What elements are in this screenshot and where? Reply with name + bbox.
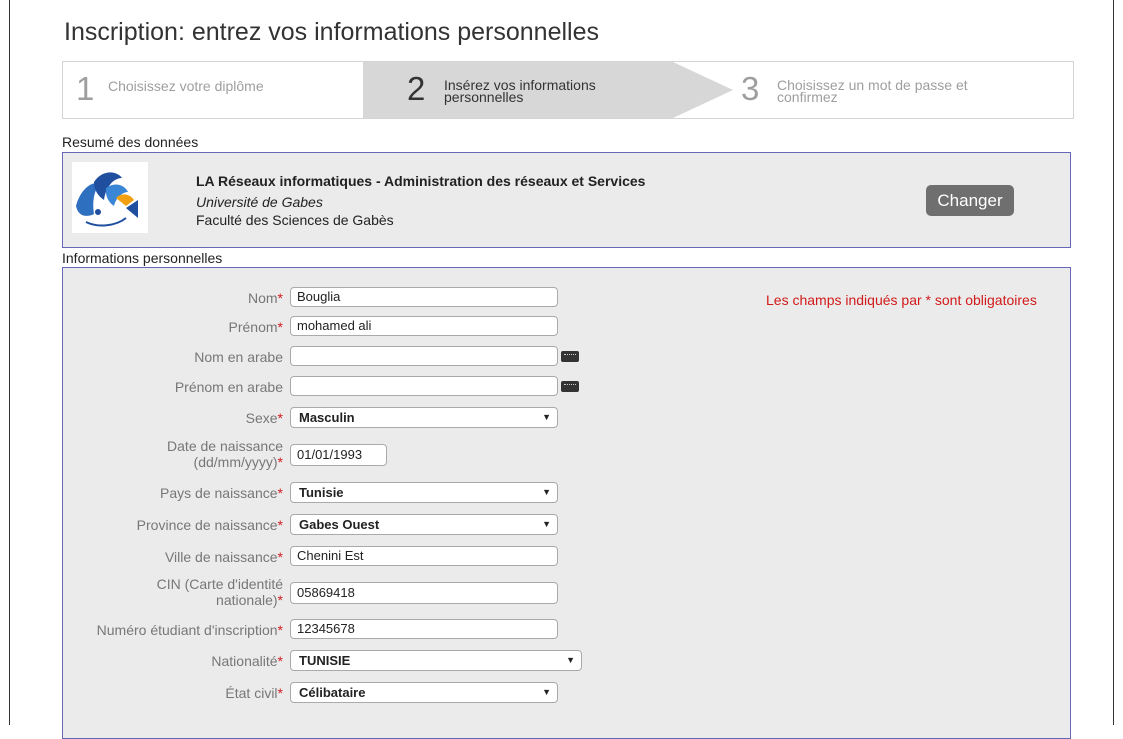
chevron-down-icon: ▼ — [542, 487, 551, 497]
label-province: Province de naissance* — [137, 517, 283, 533]
chevron-down-icon: ▼ — [566, 655, 575, 665]
label-etat-civil: État civil* — [225, 685, 283, 701]
step-3: 3 Choisissez un mot de passe et confirme… — [733, 62, 1073, 118]
required-star: * — [277, 549, 283, 565]
label-nom: Nom* — [248, 290, 283, 306]
label-numero: Numéro étudiant d'inscription* — [97, 622, 283, 638]
cin-input[interactable]: 05869418 — [290, 582, 558, 604]
pays-select[interactable]: Tunisie ▼ — [290, 482, 558, 503]
step-2-number: 2 — [407, 70, 426, 107]
nationalite-select[interactable]: TUNISIE ▼ — [290, 650, 582, 671]
nationalite-value: TUNISIE — [299, 653, 351, 668]
label-etat-civil-text: État civil — [225, 685, 278, 701]
step-1-number: 1 — [76, 70, 95, 107]
personal-info-heading: Informations personnelles — [62, 250, 223, 266]
chevron-down-icon: ▼ — [542, 519, 551, 529]
date-naissance-input[interactable]: 01/01/1993 — [290, 444, 387, 466]
summary-box: LA Réseaux informatiques - Administratio… — [62, 152, 1071, 248]
required-star: * — [277, 410, 283, 426]
label-prenom: Prénom* — [229, 319, 283, 335]
label-prenom-arabe: Prénom en arabe — [174, 379, 283, 395]
required-star: * — [277, 517, 283, 533]
etat-civil-value: Célibataire — [299, 685, 366, 700]
required-star: * — [277, 485, 283, 501]
left-border — [9, 0, 10, 725]
step-2: 2 Insérez vos informations personnelles — [363, 62, 733, 118]
nom-arabe-input[interactable] — [290, 346, 558, 366]
label-nationalite-text: Nationalité — [211, 653, 278, 669]
step-1: 1 Choisissez votre diplôme — [63, 62, 363, 118]
personal-info-form: Les champs indiqués par * sont obligatoi… — [62, 267, 1071, 739]
label-cin-line1: CIN (Carte d'identité — [156, 576, 283, 592]
province-value: Gabes Ouest — [299, 517, 380, 532]
required-star: * — [277, 653, 283, 669]
required-star: * — [277, 592, 283, 608]
registration-stepper: 1 Choisissez votre diplôme 2 Insérez vos… — [62, 61, 1074, 119]
prenom-input[interactable]: mohamed ali — [290, 316, 558, 336]
province-select[interactable]: Gabes Ouest ▼ — [290, 514, 558, 535]
label-date-naissance: Date de naissance (dd/mm/yyyy)* — [167, 438, 283, 470]
label-nom-text: Nom — [247, 290, 278, 306]
numero-input[interactable]: 12345678 — [290, 619, 558, 639]
label-prenom-text: Prénom — [228, 319, 278, 335]
required-star: * — [277, 454, 283, 470]
sexe-select[interactable]: Masculin ▼ — [290, 407, 558, 428]
etat-civil-select[interactable]: Célibataire ▼ — [290, 682, 558, 703]
ville-input[interactable]: Chenini Est — [290, 546, 558, 566]
label-pays: Pays de naissance* — [160, 485, 283, 501]
pays-value: Tunisie — [299, 485, 344, 500]
label-province-text: Province de naissance — [136, 517, 278, 533]
chevron-down-icon: ▼ — [542, 687, 551, 697]
step-1-label: Choisissez votre diplôme — [108, 78, 264, 94]
label-ville-text: Ville de naissance — [164, 549, 278, 565]
required-star: * — [277, 622, 283, 638]
label-nom-arabe: Nom en arabe — [194, 349, 283, 365]
label-pays-text: Pays de naissance — [160, 485, 278, 501]
label-cin-line2: nationale) — [216, 592, 278, 608]
change-button[interactable]: Changer — [926, 185, 1014, 216]
label-sexe: Sexe* — [246, 410, 283, 426]
label-nationalite: Nationalité* — [211, 653, 283, 669]
label-cin: CIN (Carte d'identité nationale)* — [157, 576, 283, 608]
required-star: * — [277, 685, 283, 701]
diploma-name: LA Réseaux informatiques - Administratio… — [196, 173, 646, 189]
university-logo — [72, 162, 148, 233]
label-numero-text: Numéro étudiant d'inscription — [96, 622, 278, 638]
right-border — [1113, 0, 1114, 725]
university-logo-graphic — [76, 172, 138, 227]
page-title: Inscription: entrez vos informations per… — [64, 18, 599, 46]
step-3-number: 3 — [741, 70, 760, 107]
step-2-label: Insérez vos informations personnelles — [444, 78, 596, 105]
step-3-label-line2: confirmez — [777, 89, 838, 105]
required-star: * — [277, 319, 283, 335]
chevron-down-icon: ▼ — [542, 412, 551, 422]
sexe-value: Masculin — [299, 410, 355, 425]
required-star: * — [277, 290, 283, 306]
nom-input[interactable]: Bouglia — [290, 287, 558, 307]
label-date-line1: Date de naissance — [167, 438, 283, 454]
label-ville: Ville de naissance* — [165, 549, 283, 565]
university-name: Université de Gabes — [196, 194, 323, 210]
keyboard-icon[interactable] — [561, 351, 579, 362]
required-fields-note: Les champs indiqués par * sont obligatoi… — [766, 292, 1037, 308]
step-3-label: Choisissez un mot de passe et confirmez — [777, 78, 968, 105]
label-date-line2: (dd/mm/yyyy) — [193, 454, 278, 470]
keyboard-icon[interactable] — [561, 381, 579, 392]
prenom-arabe-input[interactable] — [290, 376, 558, 396]
faculty-name: Faculté des Sciences de Gabès — [196, 212, 394, 228]
step-2-label-line2: personnelles — [444, 89, 524, 105]
label-sexe-text: Sexe — [245, 410, 278, 426]
summary-heading: Resumé des données — [62, 134, 199, 150]
